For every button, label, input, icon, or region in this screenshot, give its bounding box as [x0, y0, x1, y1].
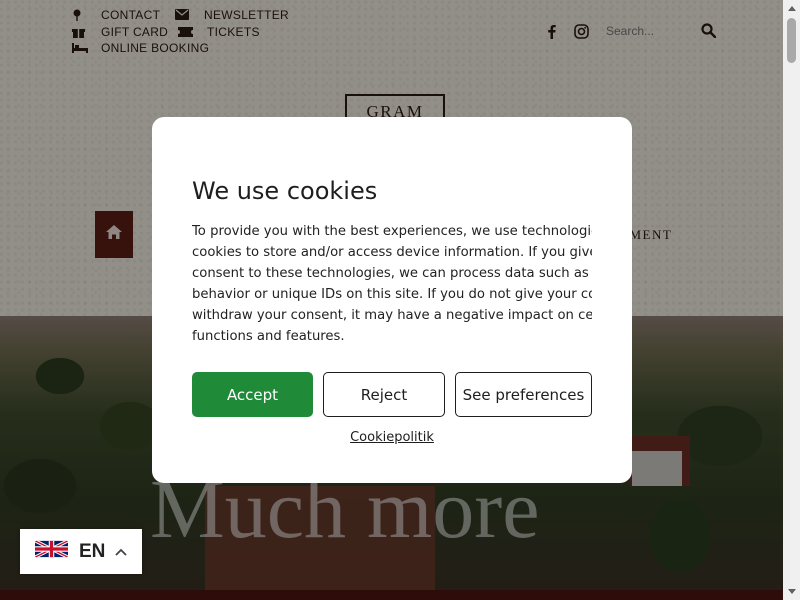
reject-button[interactable]: Reject: [323, 372, 445, 417]
scrollbar-thumb[interactable]: [787, 18, 796, 63]
cookie-body-line: behavior or unique IDs on this site. If …: [192, 287, 592, 302]
vertical-scrollbar[interactable]: [783, 0, 800, 600]
cookie-body-line: cookies to store and/or access device in…: [192, 245, 592, 260]
scroll-down-arrow-icon[interactable]: [783, 583, 800, 600]
chevron-up-icon: [115, 543, 128, 561]
cookie-dialog-title: We use cookies: [192, 177, 378, 205]
cookie-body-line: functions and features.: [192, 329, 345, 344]
cookie-body-line: consent to these technologies, we can pr…: [192, 266, 592, 281]
language-switcher[interactable]: EN: [20, 529, 142, 574]
uk-flag-icon: [35, 537, 68, 566]
scroll-up-arrow-icon[interactable]: [783, 0, 800, 17]
cookie-policy-link[interactable]: Cookiepolitik: [152, 430, 632, 445]
cookie-dialog-body: To provide you with the best experiences…: [192, 221, 592, 347]
cookie-body-line: To provide you with the best experiences…: [192, 224, 592, 239]
see-preferences-button[interactable]: See preferences: [455, 372, 592, 417]
cookie-consent-dialog: We use cookies To provide you with the b…: [152, 117, 632, 483]
accept-button[interactable]: Accept: [192, 372, 313, 417]
cookie-body-line: withdraw your consent, it may have a neg…: [192, 308, 592, 323]
cookie-button-row: Accept Reject See preferences: [192, 372, 592, 417]
language-code: EN: [79, 540, 106, 562]
